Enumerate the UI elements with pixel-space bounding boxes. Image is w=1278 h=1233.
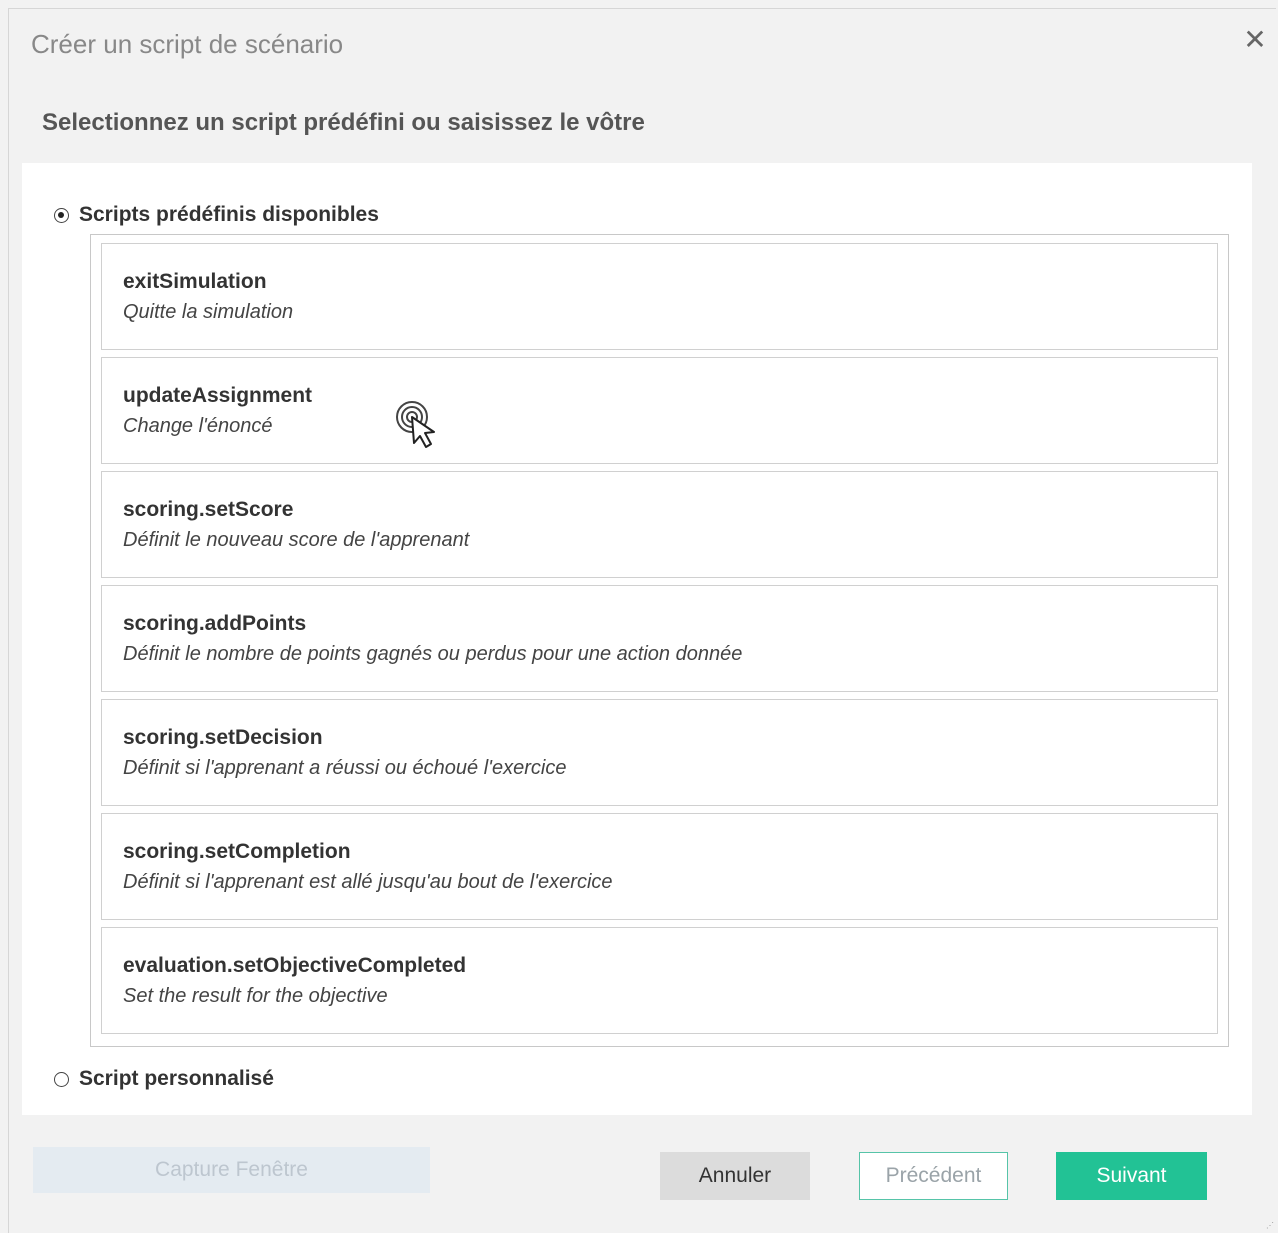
script-name: evaluation.setObjectiveCompleted: [123, 954, 467, 977]
custom-script-option[interactable]: Script personnalisé: [54, 1067, 274, 1091]
list-item[interactable]: evaluation.setObjectiveCompleted Set the…: [101, 927, 1218, 1034]
resize-grip-icon[interactable]: ⋰: [1266, 1221, 1274, 1230]
custom-script-label: Script personnalisé: [79, 1067, 274, 1090]
capture-window-button[interactable]: Capture Fenêtre: [33, 1147, 430, 1193]
script-description: Définit le nombre de points gagnés ou pe…: [123, 643, 743, 665]
list-item[interactable]: exitSimulation Quitte la simulation: [101, 243, 1218, 350]
script-description: Change l'énoncé: [123, 415, 273, 437]
script-description: Définit si l'apprenant est allé jusqu'au…: [123, 871, 613, 893]
predefined-scripts-option[interactable]: Scripts prédéfinis disponibles: [54, 203, 379, 227]
script-name: updateAssignment: [123, 384, 313, 407]
script-name: scoring.addPoints: [123, 612, 307, 635]
list-item[interactable]: scoring.setScore Définit le nouveau scor…: [101, 471, 1218, 578]
script-name: exitSimulation: [123, 270, 267, 293]
dialog-title: Créer un script de scénario: [31, 29, 344, 59]
script-description: Quitte la simulation: [123, 301, 294, 323]
script-name: scoring.setDecision: [123, 726, 323, 749]
script-selection-panel: Scripts prédéfinis disponibles exitSimul…: [22, 163, 1252, 1115]
list-item[interactable]: scoring.addPoints Définit le nombre de p…: [101, 585, 1218, 692]
predefined-scripts-radio[interactable]: [54, 207, 69, 223]
list-item[interactable]: updateAssignment Change l'énoncé: [101, 357, 1218, 464]
script-description: Définit si l'apprenant a réussi ou échou…: [123, 757, 567, 779]
script-name: scoring.setScore: [123, 498, 294, 521]
cancel-button[interactable]: Annuler: [660, 1152, 810, 1200]
custom-script-radio[interactable]: [54, 1071, 69, 1087]
hand-pointer-cursor-icon: [396, 401, 435, 448]
previous-button[interactable]: Précédent: [859, 1152, 1008, 1200]
script-name: scoring.setCompletion: [123, 840, 351, 863]
script-description: Set the result for the objective: [123, 985, 388, 1007]
list-item[interactable]: scoring.setCompletion Définit si l'appre…: [101, 813, 1218, 920]
script-description: Définit le nouveau score de l'apprenant: [123, 529, 470, 551]
close-icon[interactable]: ✕: [1240, 25, 1270, 55]
predefined-scripts-list: exitSimulation Quitte la simulation upda…: [90, 234, 1229, 1047]
next-button[interactable]: Suivant: [1056, 1152, 1207, 1200]
predefined-scripts-label: Scripts prédéfinis disponibles: [79, 203, 379, 226]
dialog-subtitle: Selectionnez un script prédéfini ou sais…: [42, 109, 645, 136]
list-item[interactable]: scoring.setDecision Définit si l'apprena…: [101, 699, 1218, 806]
